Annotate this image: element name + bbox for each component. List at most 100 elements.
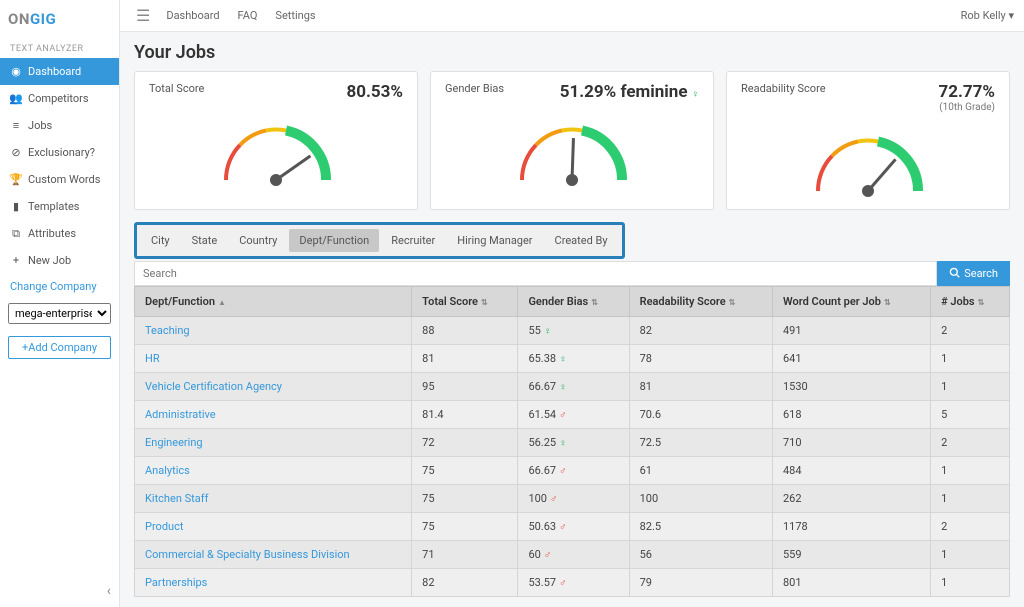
cell-gender-bias: 50.63♂ — [518, 513, 629, 541]
sidebar-item-competitors[interactable]: 👥Competitors — [0, 85, 119, 112]
dept-link[interactable]: Partnerships — [145, 576, 207, 589]
table-row: Teaching 88 55♀ 82 491 2 — [135, 317, 1010, 345]
cell-jobs: 1 — [931, 373, 1010, 401]
sort-icon: ⇅ — [884, 298, 891, 307]
sort-icon: ⇅ — [481, 298, 488, 307]
cell-gender-bias: 66.67♀ — [518, 373, 629, 401]
cell-word-count: 801 — [773, 569, 931, 597]
sidebar-item-attributes[interactable]: ⧉Attributes — [0, 220, 119, 247]
table-row: Engineering 72 56.25♀ 72.5 710 2 — [135, 429, 1010, 457]
dept-link[interactable]: Engineering — [145, 436, 203, 449]
cell-total: 95 — [412, 373, 518, 401]
sidebar-item-templates[interactable]: ▮Templates — [0, 193, 119, 220]
sidebar-item-label: New Job — [28, 254, 71, 267]
cell-readability: 82 — [629, 317, 772, 345]
brand-logo: ONGIG — [0, 0, 119, 38]
dept-link[interactable]: Teaching — [145, 324, 190, 337]
company-select[interactable]: mega-enterprises — [8, 303, 111, 324]
cell-jobs: 1 — [931, 457, 1010, 485]
cell-total: 82 — [412, 569, 518, 597]
topnav-faq[interactable]: FAQ — [238, 9, 258, 22]
cell-total: 75 — [412, 513, 518, 541]
column-header[interactable]: Dept/Function▲ — [135, 287, 412, 317]
trophy-icon: 🏆 — [10, 174, 22, 186]
gender-icon: ♀ — [544, 326, 552, 337]
table-row: Analytics 75 66.67♂ 61 484 1 — [135, 457, 1010, 485]
sidebar-item-custom-words[interactable]: 🏆 Custom Words — [0, 166, 119, 193]
tab-state[interactable]: State — [182, 229, 228, 252]
plus-icon: + — [10, 255, 22, 267]
sidebar-item-label: Jobs — [28, 119, 52, 132]
card-value: 72.77% — [938, 82, 995, 102]
user-name: Rob Kelly — [961, 9, 1006, 22]
dept-link[interactable]: Vehicle Certification Agency — [145, 380, 282, 393]
change-company-link[interactable]: Change Company — [0, 274, 119, 299]
cell-dept: Kitchen Staff — [135, 485, 412, 513]
gender-icon: ♀ — [559, 438, 567, 449]
cell-readability: 70.6 — [629, 401, 772, 429]
search-icon — [949, 267, 960, 281]
table-row: Product 75 50.63♂ 82.5 1178 2 — [135, 513, 1010, 541]
sidebar-item-exclusionary-[interactable]: ⊘Exclusionary? — [0, 139, 119, 166]
topnav-dashboard[interactable]: Dashboard — [166, 9, 219, 22]
topnav-settings[interactable]: Settings — [275, 9, 315, 22]
sort-icon: ⇅ — [591, 298, 598, 307]
tab-city[interactable]: City — [141, 229, 180, 252]
cell-word-count: 1178 — [773, 513, 931, 541]
card-subtitle: (10th Grade) — [938, 102, 995, 113]
dept-link[interactable]: HR — [145, 352, 160, 365]
table-row: Commercial & Specialty Business Division… — [135, 541, 1010, 569]
column-header[interactable]: Word Count per Job⇅ — [773, 287, 931, 317]
tab-country[interactable]: Country — [229, 229, 287, 252]
dept-link[interactable]: Kitchen Staff — [145, 492, 208, 505]
sidebar-item-label: Custom Words — [28, 173, 100, 186]
search-input[interactable] — [134, 261, 937, 286]
card-title: Gender Bias — [445, 82, 504, 95]
cell-word-count: 641 — [773, 345, 931, 373]
add-company-button[interactable]: +Add Company — [8, 336, 111, 359]
cell-jobs: 1 — [931, 345, 1010, 373]
search-button[interactable]: Search — [937, 261, 1010, 286]
sidebar-item-dashboard[interactable]: ◉Dashboard — [0, 58, 119, 85]
cell-jobs: 2 — [931, 429, 1010, 457]
brand-part2: GIG — [30, 10, 56, 28]
sidebar-item-new-job[interactable]: + New Job — [0, 247, 119, 274]
tab-created-by[interactable]: Created By — [545, 229, 618, 252]
tab-dept-function[interactable]: Dept/Function — [289, 229, 379, 252]
column-header[interactable]: Readability Score⇅ — [629, 287, 772, 317]
cell-readability: 100 — [629, 485, 772, 513]
column-header[interactable]: Total Score⇅ — [412, 287, 518, 317]
cell-readability: 72.5 — [629, 429, 772, 457]
card-total-score: Total Score 80.53% — [134, 71, 418, 210]
column-header[interactable]: # Jobs⇅ — [931, 287, 1010, 317]
cell-dept: Analytics — [135, 457, 412, 485]
cell-word-count: 710 — [773, 429, 931, 457]
cell-word-count: 618 — [773, 401, 931, 429]
cell-word-count: 491 — [773, 317, 931, 345]
card-readability-score: Readability Score 72.77% (10th Grade) — [726, 71, 1010, 210]
tab-recruiter[interactable]: Recruiter — [381, 229, 445, 252]
filter-tabs: CityStateCountryDept/FunctionRecruiterHi… — [134, 222, 625, 259]
gender-icon: ♂ — [544, 550, 552, 561]
sidebar-item-jobs[interactable]: ≡Jobs — [0, 112, 119, 139]
user-menu[interactable]: Rob Kelly ▾ — [961, 9, 1014, 22]
sidebar-item-label: Dashboard — [28, 65, 81, 78]
sidebar-collapse-button[interactable]: ‹ — [0, 575, 119, 607]
cell-readability: 56 — [629, 541, 772, 569]
dept-link[interactable]: Analytics — [145, 464, 190, 477]
menu-toggle-icon[interactable]: ☰ — [130, 6, 156, 25]
tab-hiring-manager[interactable]: Hiring Manager — [447, 229, 542, 252]
dept-link[interactable]: Product — [145, 520, 183, 533]
search-button-label: Search — [964, 267, 998, 280]
cell-word-count: 1530 — [773, 373, 931, 401]
column-header[interactable]: Gender Bias⇅ — [518, 287, 629, 317]
sort-icon: ⇅ — [978, 298, 985, 307]
dept-link[interactable]: Administrative — [145, 408, 216, 421]
cell-total: 75 — [412, 485, 518, 513]
dept-link[interactable]: Commercial & Specialty Business Division — [145, 548, 350, 561]
card-value: 51.29% feminine♀ — [560, 82, 699, 102]
sidebar-item-label: Exclusionary? — [28, 146, 95, 159]
cell-gender-bias: 65.38♀ — [518, 345, 629, 373]
brand-part1: ON — [8, 10, 30, 28]
top-nav: Dashboard FAQ Settings — [166, 9, 315, 22]
